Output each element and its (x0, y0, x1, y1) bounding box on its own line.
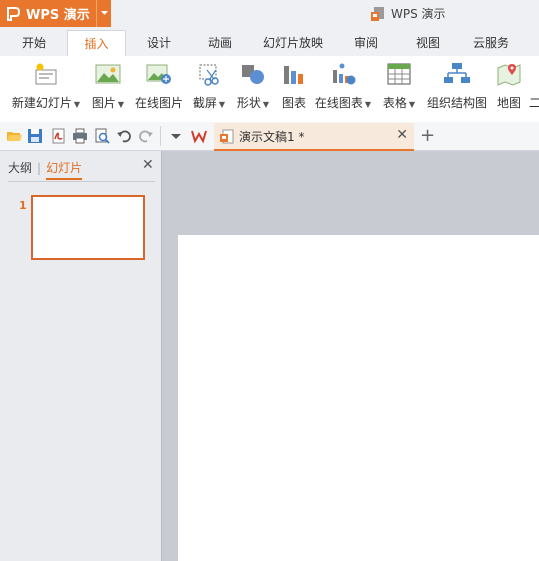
title-bar: WPS 演示 WPS 演示 (0, 0, 539, 30)
wps-logo-icon (7, 6, 20, 21)
online-chart-label: 在线图表 (314, 96, 363, 110)
pane-tabs: 大纲 | 幻灯片 (8, 159, 83, 180)
online-picture-button[interactable]: 在线图片 (133, 62, 185, 116)
ribbon-tab-bar: 开始 插入 设计 动画 幻灯片放映 审阅 视图 云服务 (0, 30, 539, 58)
shape-button[interactable]: 形状 ▼ (234, 62, 272, 116)
window-title-text: WPS 演示 (391, 7, 446, 21)
export-pdf-icon[interactable] (50, 128, 66, 144)
caret-down-icon: ▼ (262, 100, 270, 109)
save-icon[interactable] (27, 128, 43, 144)
slide-page[interactable] (178, 235, 539, 561)
open-folder-icon[interactable] (6, 128, 22, 144)
map-label: 地图 (496, 96, 521, 110)
screenshot-button[interactable]: 截屏 ▼ (190, 62, 228, 116)
print-icon[interactable] (72, 128, 88, 144)
new-slide-button[interactable]: 新建幻灯片 ▼ (8, 62, 84, 116)
org-chart-icon (444, 63, 470, 83)
caret-down-icon: ▼ (117, 100, 125, 109)
app-menu-dropdown[interactable] (96, 0, 112, 27)
picture-icon (95, 64, 121, 84)
redo-icon[interactable] (138, 128, 154, 144)
document-tab[interactable]: 演示文稿1 * ✕ (214, 123, 414, 151)
chart-label: 图表 (281, 96, 306, 110)
picture-button[interactable]: 图片 ▼ (88, 62, 128, 116)
screenshot-icon (199, 64, 219, 86)
undo-icon[interactable] (116, 128, 132, 144)
table-button[interactable]: 表格 ▼ (380, 62, 418, 116)
pane-divider (8, 181, 155, 182)
ribbon-overflow-button[interactable]: 二 (529, 62, 539, 116)
online-picture-icon (146, 64, 171, 84)
new-tab-plus-icon[interactable]: + (420, 125, 435, 146)
screenshot-label: 截屏 (192, 96, 217, 110)
tab-slideshow[interactable]: 幻灯片放映 (256, 30, 330, 56)
tab-insert[interactable]: 插入 (67, 30, 126, 58)
tab-review[interactable]: 审阅 (342, 30, 390, 56)
document-tab-title: 演示文稿1 * (239, 129, 305, 144)
chevron-down-icon (101, 11, 108, 15)
caret-down-icon: ▼ (364, 100, 372, 109)
window-title: WPS 演示 (370, 5, 446, 22)
print-preview-icon[interactable] (94, 128, 110, 144)
chart-icon (284, 66, 303, 84)
shape-label: 形状 (236, 96, 261, 110)
table-label: 表格 (382, 96, 407, 110)
chart-button[interactable]: 图表 (279, 62, 309, 116)
overflow-label: 二 (529, 96, 539, 110)
map-icon (497, 64, 521, 86)
wps-w-logo-icon[interactable] (191, 128, 207, 144)
app-name: WPS 演示 (26, 8, 90, 23)
close-pane-icon[interactable]: ✕ (142, 157, 154, 173)
tab-view[interactable]: 视图 (404, 30, 452, 56)
slide-pane: 大纲 | 幻灯片 ✕ 1 (0, 151, 162, 561)
customize-toolbar-chevron-icon[interactable] (168, 128, 184, 144)
slide-number: 1 (19, 199, 27, 212)
slide-thumbnail[interactable] (31, 195, 145, 260)
tab-separator: | (37, 161, 42, 175)
app-menu-button[interactable]: WPS 演示 (0, 0, 111, 27)
map-button[interactable]: 地图 (494, 62, 524, 116)
org-chart-label: 组织结构图 (426, 96, 487, 110)
new-slide-label: 新建幻灯片 (11, 96, 72, 110)
presentation-icon (371, 6, 384, 21)
tab-outline[interactable]: 大纲 (8, 161, 32, 175)
tab-home[interactable]: 开始 (10, 30, 58, 56)
tab-animation[interactable]: 动画 (196, 30, 244, 56)
tab-cloud-service[interactable]: 云服务 (465, 30, 517, 56)
picture-label: 图片 (91, 96, 116, 110)
caret-down-icon: ▼ (218, 100, 226, 109)
ribbon-insert-panel: 新建幻灯片 ▼ 图片 ▼ 在线图片 截屏 ▼ 形状 ▼ 图表 在线图表 ▼ 表格 ▼ 组织结… (0, 56, 539, 123)
tab-design[interactable]: 设计 (135, 30, 183, 56)
online-chart-icon (333, 63, 356, 85)
table-icon (387, 63, 411, 85)
org-chart-button[interactable]: 组织结构图 (425, 62, 489, 116)
presentation-file-icon (220, 129, 234, 143)
online-picture-label: 在线图片 (134, 96, 183, 110)
shape-icon (242, 65, 264, 84)
toolbar-divider (160, 126, 161, 146)
tab-slides[interactable]: 幻灯片 (46, 161, 83, 180)
new-slide-icon (35, 63, 57, 85)
caret-down-icon: ▼ (408, 100, 416, 109)
caret-down-icon: ▼ (73, 100, 81, 109)
online-chart-button[interactable]: 在线图表 ▼ (313, 62, 373, 116)
close-tab-icon[interactable]: ✕ (396, 127, 408, 143)
